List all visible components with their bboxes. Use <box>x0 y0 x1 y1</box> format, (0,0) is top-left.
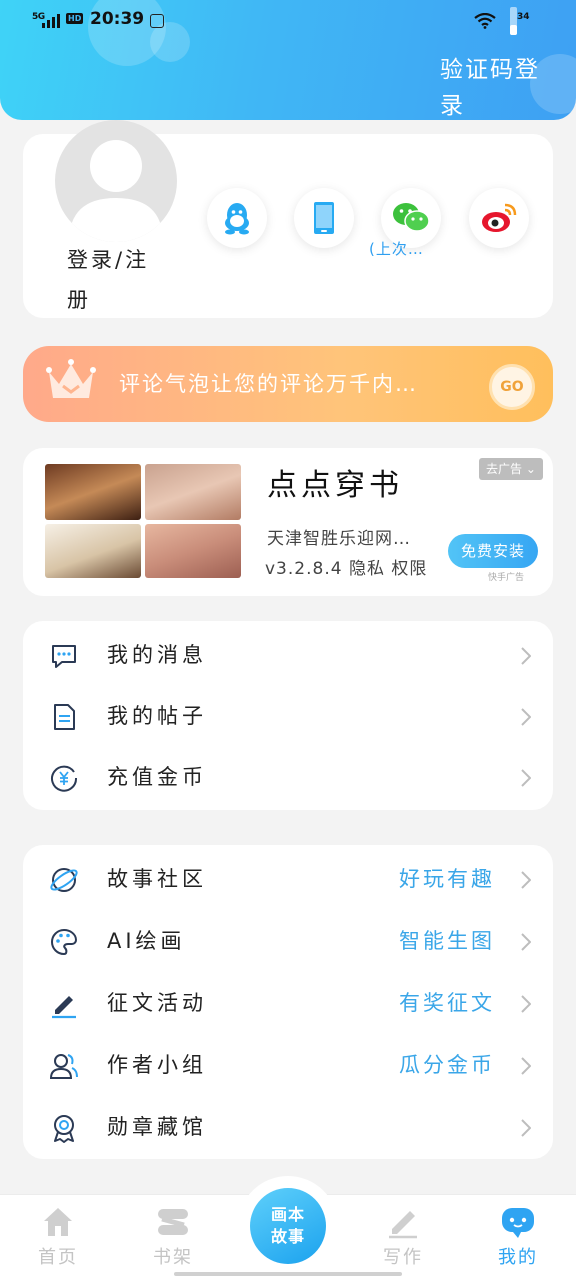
default-avatar-icon <box>69 140 163 242</box>
phone-icon <box>314 202 334 234</box>
chevron-right-icon <box>521 647 531 665</box>
center-button-label: 画本 <box>270 1205 305 1224</box>
home-indicator <box>174 1272 402 1276</box>
menu-item-label: 故事社区 <box>107 867 207 891</box>
menu-item-author-group[interactable]: 作者小组 瓜分金币 <box>23 1035 553 1097</box>
medal-icon <box>54 1115 74 1143</box>
nav-bookshelf[interactable]: 书架 <box>128 1201 218 1273</box>
nav-label: 书架 <box>153 1247 193 1268</box>
group-icon <box>49 1054 78 1079</box>
ad-thumbnail <box>45 524 141 578</box>
nav-label: 我的 <box>498 1247 538 1268</box>
battery-icon: 34 <box>504 6 534 36</box>
chevron-right-icon <box>521 933 531 951</box>
nav-center-create-button[interactable]: 画本 故事 <box>250 1188 326 1264</box>
notification-app-icon <box>150 14 164 28</box>
menu-item-posts[interactable]: 我的帖子 <box>23 686 553 748</box>
bookshelf-icon <box>158 1209 188 1235</box>
remove-ad-tag[interactable]: 去广告 ⌄ <box>479 458 543 480</box>
chevron-down-icon: ⌄ <box>522 462 536 476</box>
ad-description: 天津智胜乐迎网… <box>267 529 411 549</box>
menu-item-ai-painting[interactable]: AI绘画 智能生图 <box>23 911 553 973</box>
chevron-right-icon <box>521 1057 531 1075</box>
chevron-right-icon <box>521 708 531 726</box>
phone-login-button[interactable] <box>294 188 354 248</box>
center-button-label: 故事 <box>270 1227 305 1246</box>
menu-secondary: 故事社区 好玩有趣 AI绘画 智能生图 征文活动 有奖征文 作者小组 瓜分金币 <box>23 845 553 1159</box>
menu-item-story-community[interactable]: 故事社区 好玩有趣 <box>23 849 553 911</box>
chevron-right-icon <box>521 871 531 889</box>
home-icon <box>44 1208 72 1236</box>
status-time: 20:39 <box>90 9 145 29</box>
header: 5G HD 20:39 34 验证码登录 <box>0 0 576 120</box>
ad-version-info: v3.2.8.4 隐私 权限 <box>265 559 428 579</box>
qq-login-button[interactable] <box>207 188 267 248</box>
profile-icon <box>502 1208 534 1238</box>
ad-card[interactable]: 点点穿书 去广告 ⌄ 天津智胜乐迎网… v3.2.8.4 隐私 权限 免费安装 … <box>23 448 553 596</box>
wechat-icon <box>393 203 430 232</box>
weibo-icon <box>482 203 517 232</box>
status-bar: 5G HD 20:39 34 <box>0 0 576 40</box>
avatar[interactable] <box>55 120 177 242</box>
nav-write[interactable]: 写作 <box>358 1201 448 1273</box>
vip-go-button[interactable]: GO <box>489 364 535 410</box>
nav-label: 首页 <box>38 1247 78 1268</box>
menu-item-label: AI绘画 <box>107 929 186 953</box>
document-icon <box>54 704 75 730</box>
menu-item-writing-contest[interactable]: 征文活动 有奖征文 <box>23 973 553 1035</box>
nav-label: 写作 <box>383 1247 423 1268</box>
write-icon <box>389 1211 417 1239</box>
ad-thumbnail <box>45 464 141 520</box>
pen-icon <box>52 996 76 1019</box>
sms-login-link[interactable]: 验证码登录 <box>440 52 550 120</box>
nav-profile[interactable]: 我的 <box>473 1201 563 1273</box>
menu-item-hint: 有奖征文 <box>399 991 495 1015</box>
nav-home[interactable]: 首页 <box>13 1201 103 1273</box>
weibo-login-button[interactable] <box>469 188 529 248</box>
ad-install-button[interactable]: 免费安装 <box>448 534 538 568</box>
chevron-right-icon <box>521 769 531 787</box>
menu-item-label: 征文活动 <box>107 991 207 1015</box>
chevron-right-icon <box>521 995 531 1013</box>
hd-badge: HD <box>66 13 84 24</box>
menu-item-label: 作者小组 <box>107 1053 207 1077</box>
vip-promo-text: 评论气泡让您的评论万千内… <box>119 372 418 396</box>
coin-icon <box>51 765 78 792</box>
ad-thumbnail <box>145 524 241 578</box>
menu-item-hint: 瓜分金币 <box>399 1053 495 1077</box>
battery-level: 34 <box>517 12 530 22</box>
qq-icon <box>225 203 249 235</box>
menu-item-hint: 好玩有趣 <box>399 867 495 891</box>
login-register-link[interactable]: 登录/注册 <box>67 240 167 320</box>
menu-item-label: 勋章藏馆 <box>107 1115 207 1139</box>
palette-icon <box>51 928 78 956</box>
wifi-icon <box>474 13 496 29</box>
menu-item-label: 我的消息 <box>107 643 207 667</box>
menu-item-recharge[interactable]: 充值金币 <box>23 747 553 809</box>
ad-thumbnail <box>145 464 241 520</box>
ad-title: 点点穿书 <box>267 468 403 503</box>
chevron-right-icon <box>521 1119 531 1137</box>
ad-source: 快手广告 <box>488 573 525 583</box>
last-login-tip: (上次… <box>369 240 424 258</box>
vip-banner[interactable]: 评论气泡让您的评论万千内… GO <box>23 346 553 422</box>
message-icon <box>52 645 76 668</box>
signal-icon <box>42 14 60 28</box>
profile-card: 登录/注册 (上次… <box>23 120 553 320</box>
menu-item-messages[interactable]: 我的消息 <box>23 625 553 687</box>
menu-primary: 我的消息 我的帖子 充值金币 <box>23 621 553 810</box>
planet-icon <box>50 868 78 892</box>
menu-item-label: 我的帖子 <box>107 704 207 728</box>
crown-icon <box>46 359 96 398</box>
menu-item-label: 充值金币 <box>107 765 207 789</box>
menu-item-hint: 智能生图 <box>399 929 495 953</box>
menu-item-medal-gallery[interactable]: 勋章藏馆 <box>23 1097 553 1159</box>
